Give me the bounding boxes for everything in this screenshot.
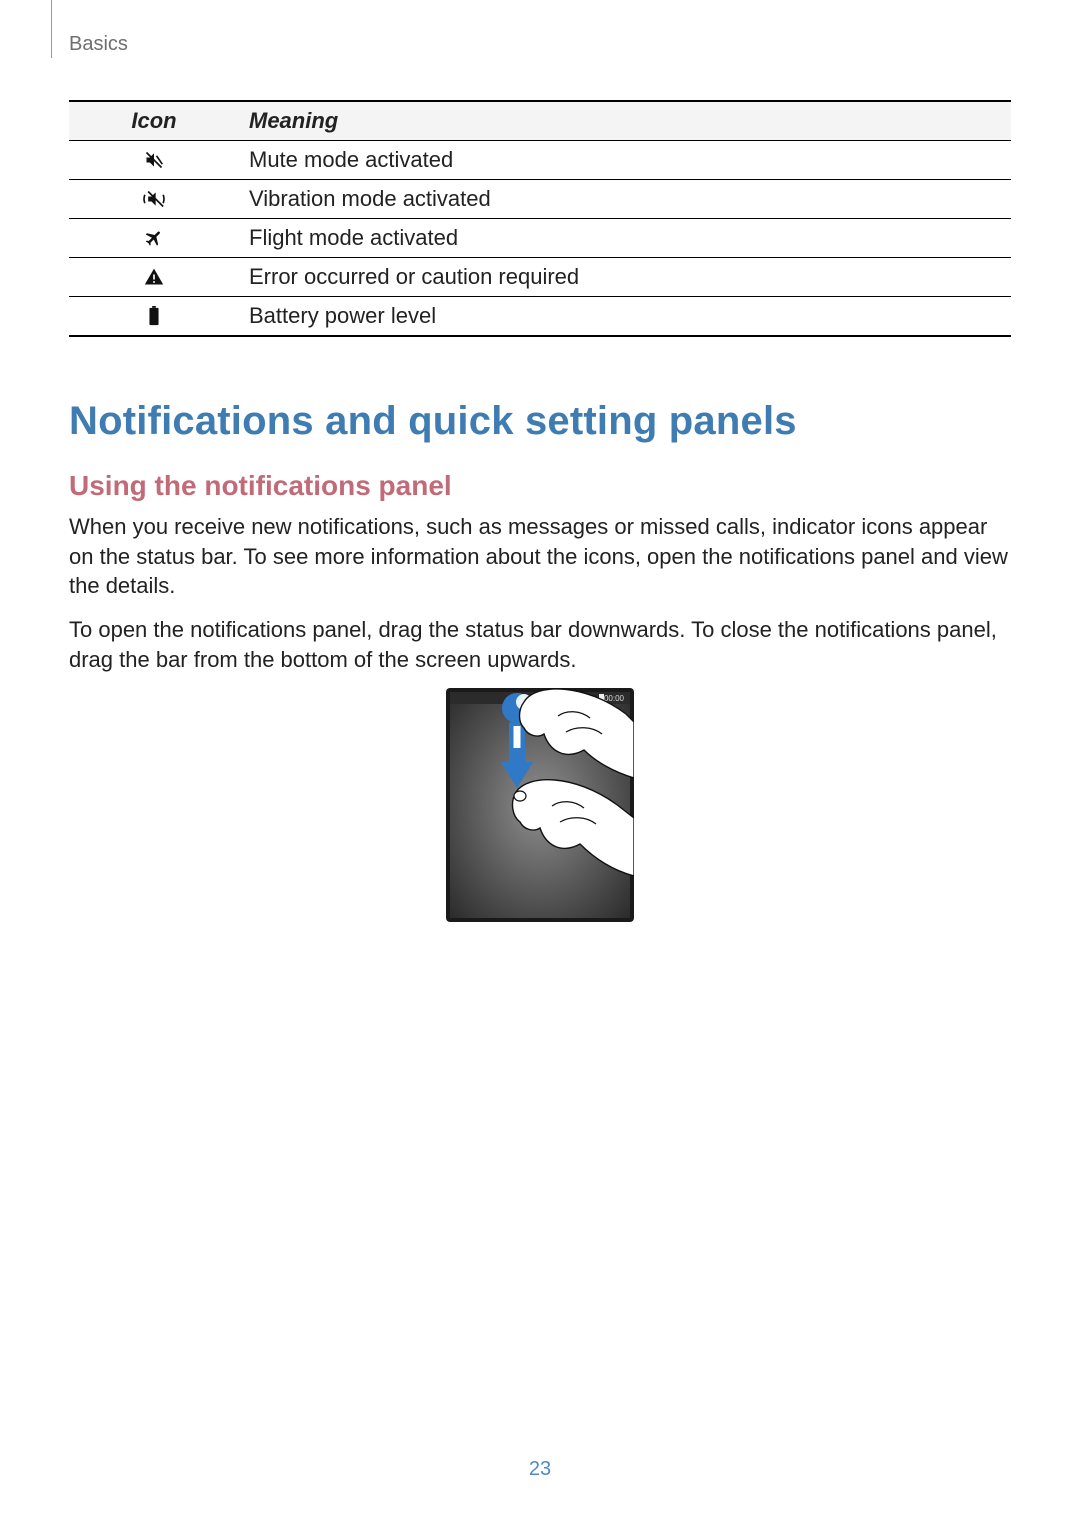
warning-icon bbox=[143, 267, 165, 287]
illustration-container: 00:00 bbox=[69, 688, 1011, 922]
table-row: Battery power level bbox=[69, 297, 1011, 337]
icon-cell bbox=[69, 141, 239, 180]
meaning-cell: Vibration mode activated bbox=[239, 180, 1011, 219]
section-heading: Notifications and quick setting panels bbox=[69, 399, 1011, 444]
meaning-cell: Error occurred or caution required bbox=[239, 258, 1011, 297]
header-meaning: Meaning bbox=[239, 101, 1011, 141]
table-header-row: Icon Meaning bbox=[69, 101, 1011, 141]
table-row: Vibration mode activated bbox=[69, 180, 1011, 219]
meaning-cell: Flight mode activated bbox=[239, 219, 1011, 258]
mute-icon bbox=[143, 150, 165, 170]
table-row: Flight mode activated bbox=[69, 219, 1011, 258]
body-paragraph: To open the notifications panel, drag th… bbox=[69, 615, 1011, 674]
indicator-icons-table: Icon Meaning Mute mode activated bbox=[69, 100, 1011, 337]
drag-down-illustration: 00:00 bbox=[446, 688, 634, 922]
flight-icon bbox=[143, 228, 165, 248]
header-rule bbox=[51, 0, 52, 58]
icon-cell bbox=[69, 219, 239, 258]
meaning-cell: Mute mode activated bbox=[239, 141, 1011, 180]
icon-cell bbox=[69, 258, 239, 297]
table-row: Mute mode activated bbox=[69, 141, 1011, 180]
body-paragraph: When you receive new notifications, such… bbox=[69, 512, 1011, 601]
subsection-heading: Using the notifications panel bbox=[69, 470, 1011, 502]
header-icon: Icon bbox=[69, 101, 239, 141]
table-row: Error occurred or caution required bbox=[69, 258, 1011, 297]
icon-cell bbox=[69, 297, 239, 337]
breadcrumb: Basics bbox=[69, 33, 128, 56]
meaning-cell: Battery power level bbox=[239, 297, 1011, 337]
battery-icon bbox=[147, 306, 161, 326]
icon-cell bbox=[69, 180, 239, 219]
page-number: 23 bbox=[0, 1458, 1080, 1481]
page-content: Icon Meaning Mute mode activated bbox=[69, 100, 1011, 922]
vibration-icon bbox=[141, 189, 167, 209]
